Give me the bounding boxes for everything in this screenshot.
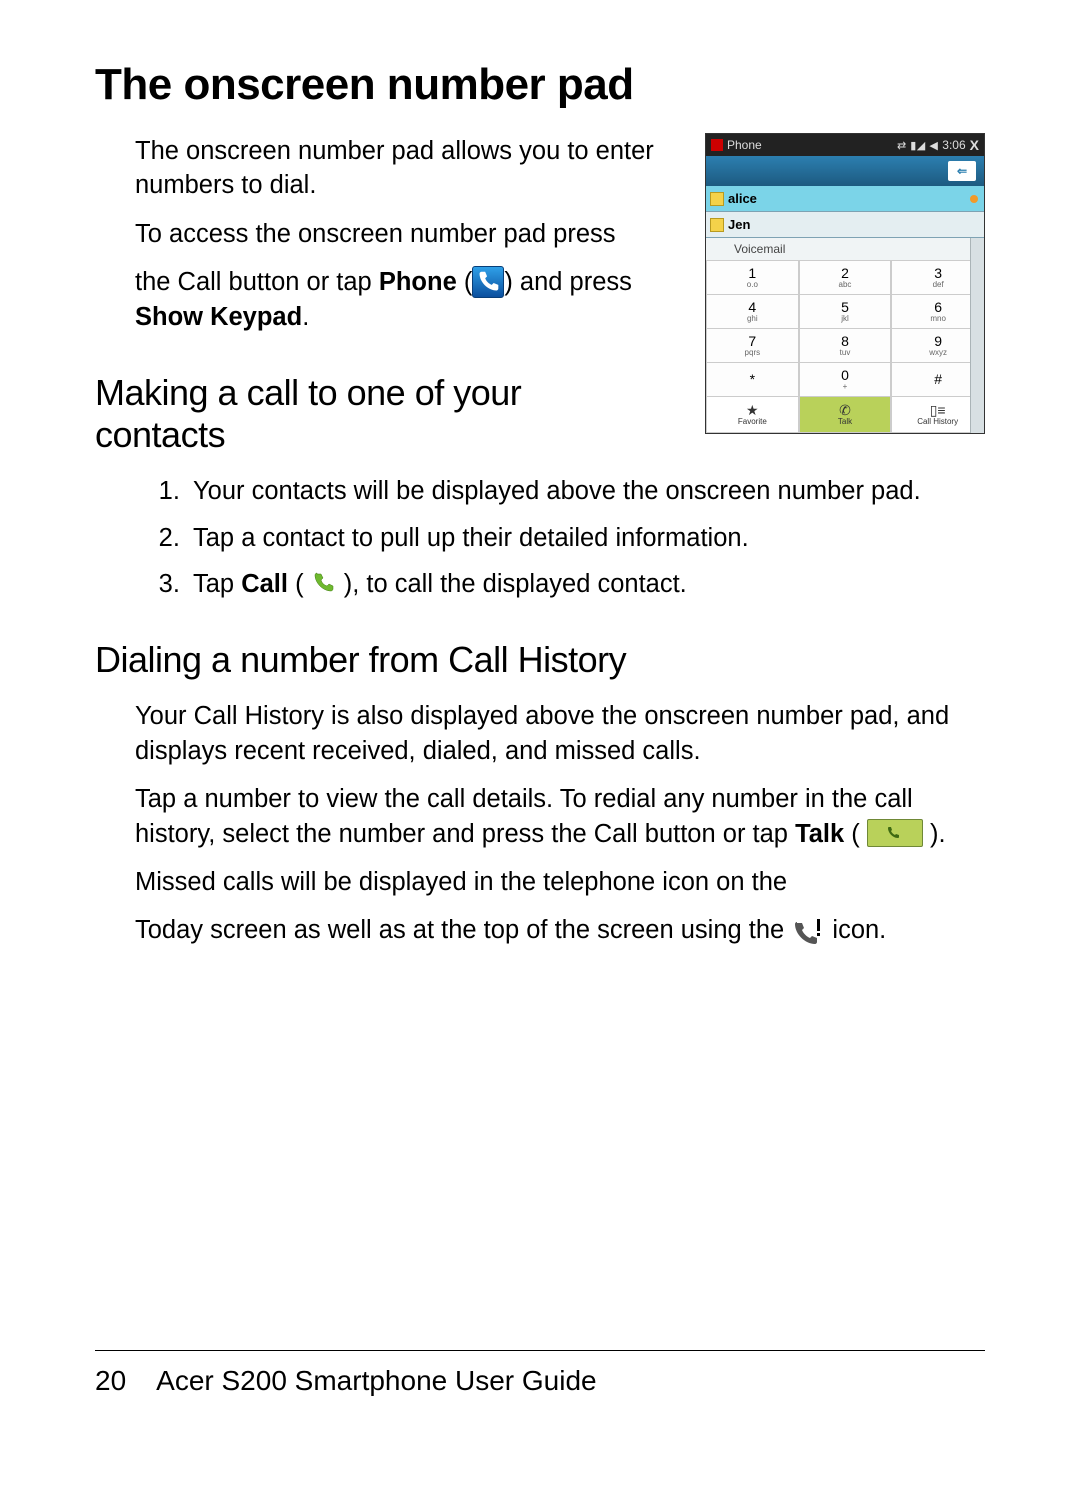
key-8: 8tuv xyxy=(799,329,892,363)
text-open-paren-2: ( xyxy=(844,820,860,848)
footer-text: 20 Acer S200 Smartphone User Guide xyxy=(95,1365,985,1397)
paragraph-phone-instruction: the Call button or tap Phone ( ) and pres… xyxy=(135,265,665,334)
label-call: Call xyxy=(241,570,288,598)
step-3-prefix: Tap xyxy=(193,570,241,598)
windows-flag-icon xyxy=(711,139,723,151)
label-talk: Talk xyxy=(795,820,844,848)
key-star: * xyxy=(706,363,799,397)
step-2: Tap a contact to pull up their detailed … xyxy=(187,521,985,555)
guide-title: Acer S200 Smartphone User Guide xyxy=(156,1365,596,1396)
missed-call-icon xyxy=(791,917,825,951)
phone-scrollbar xyxy=(970,238,984,433)
step-3: Tap Call ( ), to call the displayed cont… xyxy=(187,567,985,601)
paragraph-missed-b: Today screen as well as at the top of th… xyxy=(135,913,985,948)
star-icon: ★ xyxy=(746,403,759,417)
phone-voicemail-row: Voicemail xyxy=(706,238,984,261)
key-5: 5jkl xyxy=(799,295,892,329)
heading-onscreen-number-pad: The onscreen number pad xyxy=(95,60,985,110)
status-dot-icon xyxy=(970,195,978,203)
phone-keypad: 1o.o 2abc 3def 4ghi 5jkl 6mno 7pqrs 8tuv… xyxy=(706,261,984,397)
back-icon: ⇐ xyxy=(948,161,976,181)
key-7: 7pqrs xyxy=(706,329,799,363)
paragraph-missed-a: Missed calls will be displayed in the te… xyxy=(135,865,985,899)
contact-card-icon xyxy=(710,218,724,232)
list-icon: ▯≡ xyxy=(930,403,946,417)
missed-b-suffix: icon. xyxy=(825,916,886,944)
contact-name: alice xyxy=(728,191,757,206)
talk-button-icon xyxy=(867,819,923,847)
key-4: 4ghi xyxy=(706,295,799,329)
key-2: 2abc xyxy=(799,261,892,295)
key-1: 1o.o xyxy=(706,261,799,295)
key-0: 0+ xyxy=(799,363,892,397)
signal-icons: ⇄ ▮◢ ◀ xyxy=(897,139,938,152)
contact-card-icon xyxy=(710,192,724,206)
handset-icon: ✆ xyxy=(839,403,851,417)
paragraph-intro: The onscreen number pad allows you to en… xyxy=(135,134,665,203)
missed-b-prefix: Today screen as well as at the top of th… xyxy=(135,916,791,944)
phone-app-icon xyxy=(472,266,504,298)
footer-rule xyxy=(95,1350,985,1351)
heading-making-a-call: Making a call to one of your contacts xyxy=(95,372,635,456)
phone-status-bar: Phone ⇄ ▮◢ ◀ 3:06 X xyxy=(706,134,984,156)
label-phone: Phone xyxy=(379,268,457,296)
heading-dialing-history: Dialing a number from Call History xyxy=(95,639,985,681)
talk-button: ✆Talk xyxy=(799,397,892,433)
step-3-open: ( xyxy=(288,570,311,598)
paragraph-access: To access the onscreen number pad press xyxy=(135,217,665,251)
steps-list: Your contacts will be displayed above th… xyxy=(165,474,985,601)
text-the-call-button: the Call button or tap xyxy=(135,268,379,296)
favorite-button: ★Favorite xyxy=(706,397,799,433)
page-footer: 20 Acer S200 Smartphone User Guide xyxy=(95,1350,985,1397)
close-icon: X xyxy=(970,137,979,153)
text-close-paren-period: ). xyxy=(930,820,946,848)
text-period: . xyxy=(302,303,309,331)
contact-name: Jen xyxy=(728,217,750,232)
phone-contact-row: alice xyxy=(706,186,984,212)
phone-bottom-bar: ★Favorite ✆Talk ▯≡Call History xyxy=(706,397,984,433)
page-number: 20 xyxy=(95,1365,126,1396)
phone-contact-row: Jen xyxy=(706,212,984,238)
manual-page: The onscreen number pad The onscreen num… xyxy=(0,0,1080,1489)
call-icon xyxy=(311,570,337,596)
text-close-paren-and: ) and press xyxy=(504,268,632,296)
phone-toolbar: ⇐ xyxy=(706,156,984,186)
step-1: Your contacts will be displayed above th… xyxy=(187,474,985,508)
phone-screenshot: Phone ⇄ ▮◢ ◀ 3:06 X ⇐ alice Jen Voicemai… xyxy=(705,133,985,434)
label-show-keypad: Show Keypad xyxy=(135,303,302,331)
paragraph-history-1: Your Call History is also displayed abov… xyxy=(135,699,985,768)
phone-title: Phone xyxy=(727,138,762,152)
text-open-paren: ( xyxy=(457,268,473,296)
step-3-suffix: ), to call the displayed contact. xyxy=(337,570,687,598)
phone-time: 3:06 xyxy=(942,138,965,152)
paragraph-history-2: Tap a number to view the call details. T… xyxy=(135,782,985,851)
